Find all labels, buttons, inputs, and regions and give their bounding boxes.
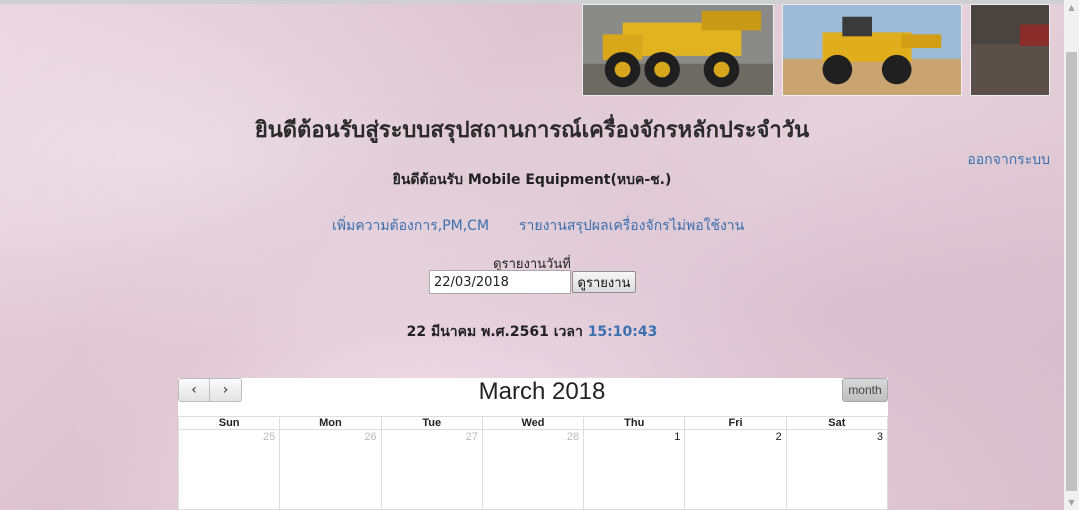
calendar-toolbar: ‹ › March 2018 month [178, 378, 888, 416]
shortage-report-link[interactable]: รายงานสรุปผลเครื่องจักรไม่พอใช้งาน [519, 215, 744, 237]
calendar: ‹ › March 2018 month Sun Mon Tue Wed Thu… [178, 378, 888, 510]
day-cell[interactable]: 2 [685, 430, 787, 510]
scrollbar-thumb[interactable] [1066, 52, 1077, 491]
day-cell[interactable]: 1 [584, 430, 686, 510]
day-cell[interactable]: 3 [786, 430, 888, 510]
day-cell[interactable]: 27 [381, 430, 483, 510]
weekday-wed: Wed [482, 416, 585, 430]
calendar-title: March 2018 [478, 378, 606, 405]
vertical-scrollbar[interactable]: ▲ ▼ [1064, 0, 1079, 510]
calendar-week-row: 25 26 27 28 1 2 3 [178, 430, 888, 510]
welcome-text: ยินดีต้อนรับ Mobile Equipment(หบค-ช.) [392, 172, 672, 188]
weekday-thu: Thu [584, 416, 686, 430]
day-cell[interactable]: 28 [482, 430, 585, 510]
current-time: 15:10:43 [587, 324, 658, 340]
view-report-button[interactable]: ดูรายงาน [572, 271, 636, 293]
report-date-input[interactable] [429, 270, 571, 294]
weekday-fri: Fri [685, 416, 787, 430]
current-datetime: 22 มีนาคม พ.ศ.2561 เวลา 15:10:43 [0, 321, 1064, 343]
banner-image-wheel-loader [782, 4, 962, 96]
calendar-weekday-header: Sun Mon Tue Wed Thu Fri Sat [178, 416, 888, 430]
day-cell[interactable]: 26 [280, 430, 382, 510]
add-requirement-link[interactable]: เพิ่มความต้องการ,PM,CM [332, 215, 489, 237]
weekday-mon: Mon [280, 416, 382, 430]
banner-image-mine [970, 4, 1050, 96]
weekday-sat: Sat [786, 416, 888, 430]
calendar-grid: Sun Mon Tue Wed Thu Fri Sat 25 26 27 28 … [178, 416, 888, 510]
banner-image-dump-truck [582, 4, 774, 96]
day-cell[interactable]: 25 [178, 430, 281, 510]
scroll-up-arrow-icon[interactable]: ▲ [1064, 0, 1079, 15]
page-title: ยินดีต้อนรับสู่ระบบสรุปสถานการณ์เครื่องจ… [254, 118, 810, 143]
weekday-tue: Tue [381, 416, 483, 430]
current-date-text: 22 มีนาคม พ.ศ.2561 เวลา [406, 324, 583, 340]
weekday-sun: Sun [178, 416, 281, 430]
scroll-down-arrow-icon[interactable]: ▼ [1064, 495, 1079, 510]
logout-link[interactable]: ออกจากระบบ [967, 149, 1050, 171]
month-view-button[interactable]: month [842, 378, 888, 402]
